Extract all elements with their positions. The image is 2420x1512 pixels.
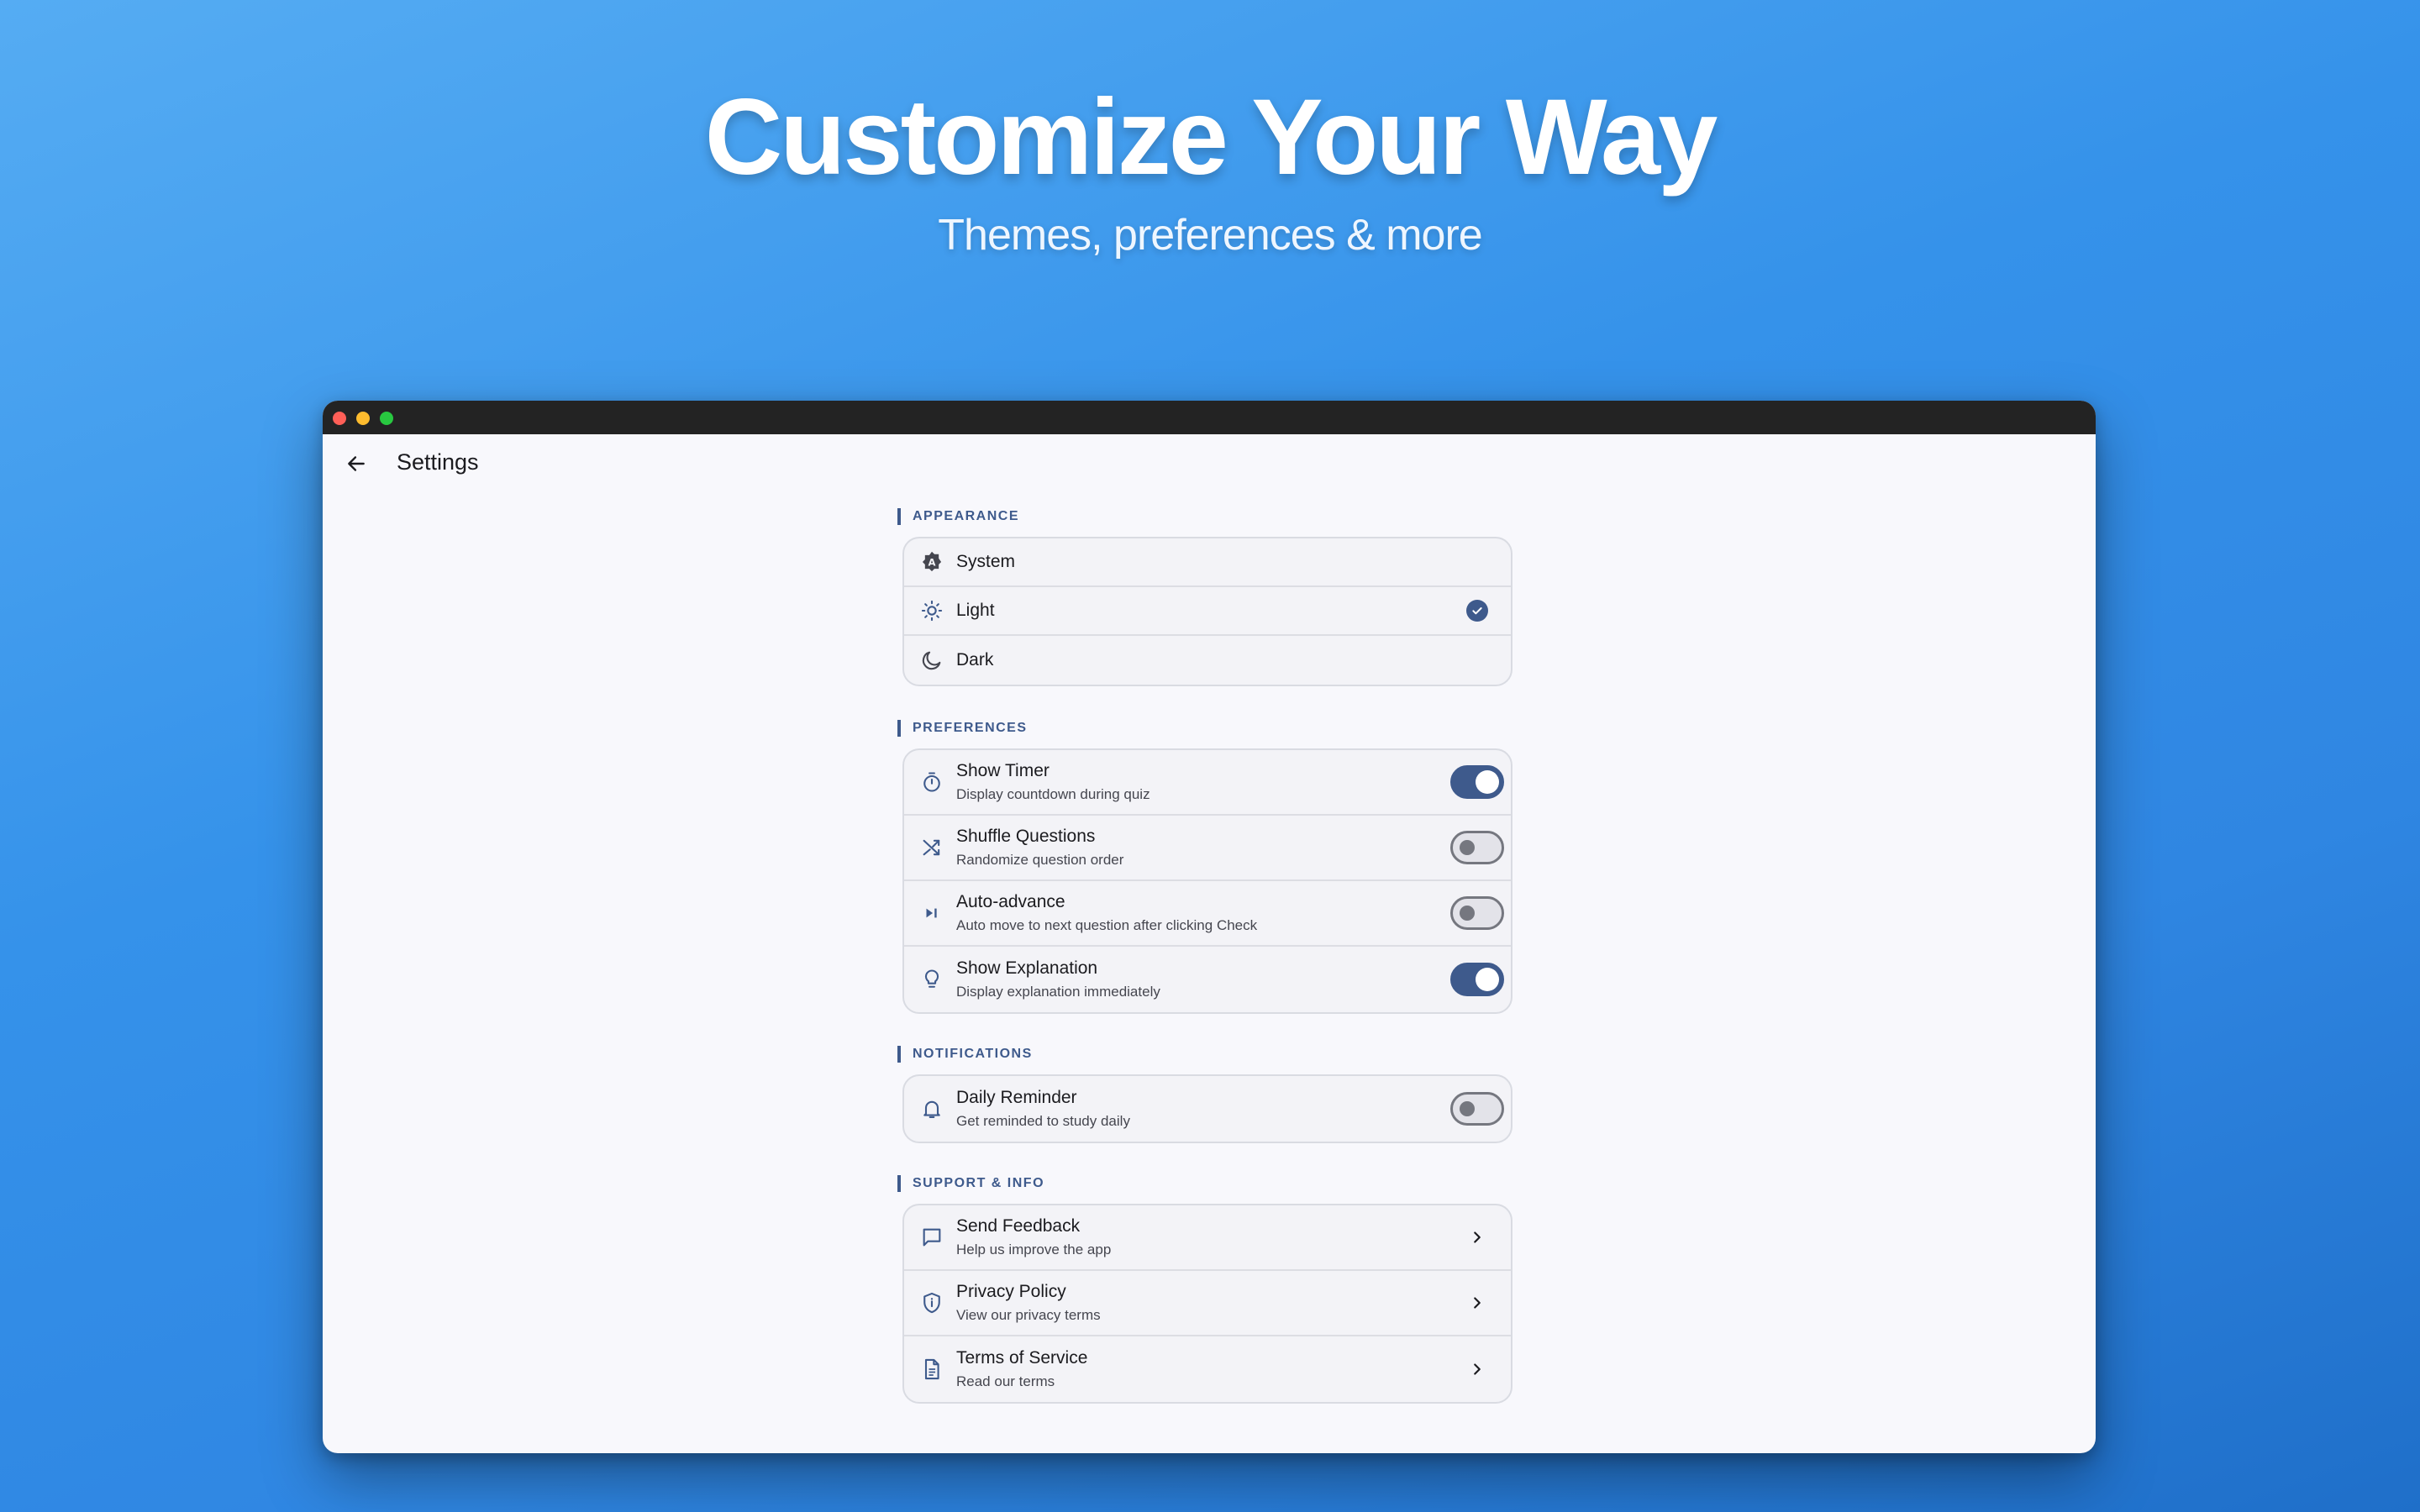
link-title: Terms of Service [956, 1348, 1088, 1368]
feedback-icon [923, 1228, 941, 1247]
theme-option-light[interactable]: Light [904, 587, 1511, 636]
settings-list: APPEARANCE A System Light Dark PREFERENC… [897, 508, 1512, 1404]
theme-option-system[interactable]: A System [904, 538, 1511, 587]
back-button[interactable] [339, 447, 373, 480]
setting-title: Auto-advance [956, 892, 1065, 911]
document-icon [924, 1358, 939, 1380]
setting-auto-advance[interactable]: Auto-advance Auto move to next question … [904, 881, 1511, 947]
selected-check-icon [1466, 600, 1488, 622]
setting-title: Daily Reminder [956, 1088, 1077, 1107]
theme-option-dark[interactable]: Dark [904, 636, 1511, 685]
app-bar: Settings [323, 434, 2096, 493]
link-privacy-policy[interactable]: Privacy Policy View our privacy terms [904, 1271, 1511, 1336]
lightbulb-icon [924, 969, 939, 988]
arrow-left-icon [348, 456, 365, 471]
preferences-card: Show Timer Display countdown during quiz… [902, 748, 1512, 1014]
notifications-card: Daily Reminder Get reminded to study dai… [902, 1074, 1512, 1143]
shield-icon [923, 1292, 940, 1314]
app-window: Settings APPEARANCE A System Light Dark … [323, 401, 2096, 1453]
moon-icon [922, 651, 941, 670]
close-window-button[interactable] [333, 412, 346, 425]
link-title: Send Feedback [956, 1216, 1081, 1236]
window-titlebar [323, 401, 2096, 434]
setting-show-timer[interactable]: Show Timer Display countdown during quiz [904, 750, 1511, 816]
shuffle-questions-toggle[interactable] [1450, 831, 1504, 864]
minimize-window-button[interactable] [356, 412, 370, 425]
daily-reminder-toggle[interactable] [1450, 1092, 1504, 1126]
hero-subtitle: Themes, preferences & more [938, 211, 1482, 260]
chevron-right-icon [1474, 1363, 1481, 1375]
setting-daily-reminder[interactable]: Daily Reminder Get reminded to study dai… [904, 1076, 1511, 1142]
setting-subtitle: Randomize question order [956, 852, 1124, 868]
theme-option-label: System [956, 552, 1016, 571]
maximize-window-button[interactable] [380, 412, 393, 425]
skip-next-icon [926, 908, 937, 918]
show-explanation-toggle[interactable] [1450, 963, 1504, 996]
page-title: Settings [397, 449, 479, 475]
setting-title: Shuffle Questions [956, 827, 1096, 846]
support-card: Send Feedback Help us improve the app Pr [902, 1204, 1512, 1404]
auto-brightness-icon: A [922, 551, 942, 572]
svg-text:A: A [928, 556, 935, 568]
section-header-preferences: PREFERENCES [897, 720, 1512, 737]
setting-title: Show Timer [956, 761, 1050, 780]
theme-option-label: Light [956, 601, 995, 620]
link-title: Privacy Policy [956, 1282, 1066, 1301]
show-timer-toggle[interactable] [1450, 765, 1504, 799]
setting-subtitle: Display explanation immediately [956, 984, 1160, 1000]
timer-icon [923, 772, 940, 792]
section-header-appearance: APPEARANCE [897, 508, 1512, 525]
link-send-feedback[interactable]: Send Feedback Help us improve the app [904, 1205, 1511, 1271]
link-subtitle: View our privacy terms [956, 1307, 1101, 1323]
hero-title: Customize Your Way [704, 77, 1718, 197]
link-subtitle: Read our terms [956, 1373, 1055, 1389]
chevron-right-icon [1474, 1297, 1481, 1309]
chevron-right-icon [1474, 1231, 1481, 1243]
sun-icon [921, 600, 943, 622]
bell-icon [923, 1100, 940, 1118]
theme-option-label: Dark [956, 650, 994, 669]
setting-subtitle: Auto move to next question after clickin… [956, 917, 1258, 933]
shuffle-icon [923, 839, 940, 856]
auto-advance-toggle[interactable] [1450, 896, 1504, 930]
link-terms-of-service[interactable]: Terms of Service Read our terms [904, 1336, 1511, 1402]
section-header-notifications: NOTIFICATIONS [897, 1046, 1512, 1063]
setting-show-explanation[interactable]: Show Explanation Display explanation imm… [904, 947, 1511, 1012]
link-subtitle: Help us improve the app [956, 1242, 1112, 1257]
setting-subtitle: Get reminded to study daily [956, 1113, 1130, 1129]
appearance-card: A System Light Dark [902, 537, 1512, 686]
setting-subtitle: Display countdown during quiz [956, 786, 1150, 802]
setting-shuffle-questions[interactable]: Shuffle Questions Randomize question ord… [904, 816, 1511, 881]
section-header-support: SUPPORT & INFO [897, 1175, 1512, 1192]
setting-title: Show Explanation [956, 958, 1098, 978]
